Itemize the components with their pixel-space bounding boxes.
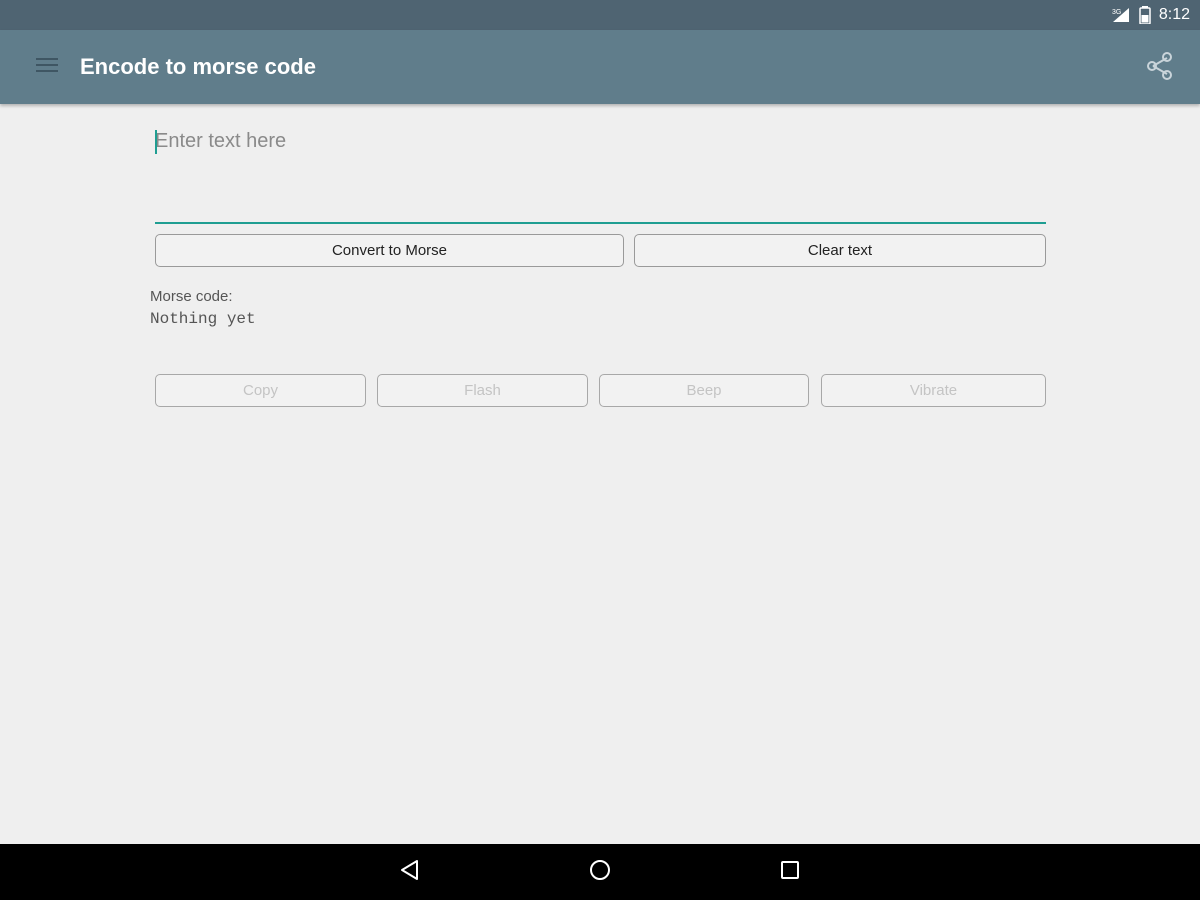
menu-button[interactable]	[28, 48, 66, 86]
main-content: Convert to Morse Clear text Morse code: …	[0, 104, 1200, 844]
text-input-container	[155, 124, 1046, 224]
beep-button[interactable]: Beep	[599, 374, 809, 407]
signal-icon: 3G	[1111, 6, 1131, 24]
home-button[interactable]	[580, 852, 620, 892]
recents-square-icon	[778, 858, 802, 887]
home-circle-icon	[588, 858, 612, 887]
navigation-bar	[0, 844, 1200, 900]
app-bar: Encode to morse code	[0, 30, 1200, 104]
morse-code-label: Morse code:	[150, 288, 233, 305]
vibrate-button[interactable]: Vibrate	[821, 374, 1046, 407]
svg-text:3G: 3G	[1112, 9, 1121, 16]
flash-button[interactable]: Flash	[377, 374, 588, 407]
share-button[interactable]	[1140, 48, 1180, 88]
back-button[interactable]	[390, 852, 430, 892]
page-title: Encode to morse code	[80, 54, 316, 79]
battery-icon	[1139, 6, 1151, 24]
recents-button[interactable]	[770, 852, 810, 892]
hamburger-menu-icon	[36, 57, 58, 78]
status-bar: 3G 8:12	[0, 0, 1200, 30]
status-time: 8:12	[1158, 6, 1190, 23]
copy-button[interactable]: Copy	[155, 374, 366, 407]
morse-code-output: Nothing yet	[150, 310, 256, 328]
back-triangle-icon	[398, 858, 422, 887]
clear-text-button[interactable]: Clear text	[634, 234, 1046, 267]
convert-to-morse-button[interactable]: Convert to Morse	[155, 234, 624, 267]
text-caret	[155, 130, 157, 154]
text-input[interactable]	[155, 124, 1046, 220]
share-icon	[1145, 51, 1175, 86]
